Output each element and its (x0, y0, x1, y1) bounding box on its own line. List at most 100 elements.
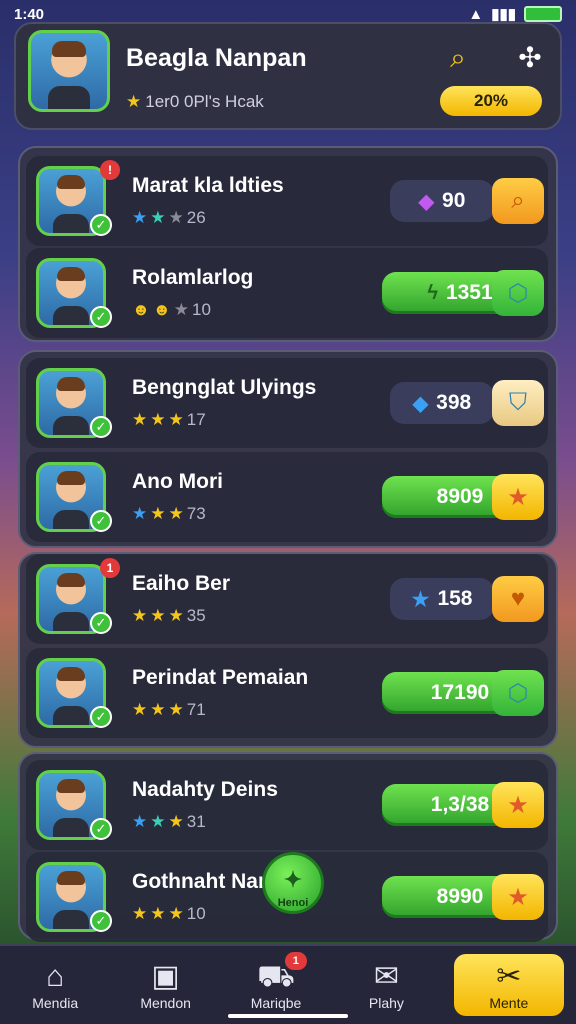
home-icon: ⌂ (46, 960, 65, 993)
profile-subtitle: ★ 1er0 0Pl's Hcak (126, 92, 264, 111)
wifi-icon: ▲ (468, 5, 484, 23)
player-value[interactable]: ◆ 398 (390, 382, 494, 424)
player-row[interactable]: 1 ✓ Eaiho Ber ★ ★ ★ 35 ★ 158 ♥ (26, 554, 548, 644)
hexagon-icon: ⬡ (507, 679, 529, 707)
nav-item-plahy[interactable]: ✉ Plahy (331, 946, 441, 1024)
star-action-button[interactable]: ★ (492, 474, 544, 520)
check-icon: ✓ (90, 818, 112, 840)
green-action-button[interactable]: ✦ Henoi (262, 852, 324, 914)
star-icon: ★ (507, 483, 529, 511)
star-action-button[interactable]: ★ (492, 874, 544, 920)
purple-gem-icon: ◆ (418, 190, 435, 213)
hexagon-action-button[interactable]: ⬡ (492, 270, 544, 316)
rating-star-icon: ★ (132, 812, 148, 831)
status-time: 1:40 (14, 5, 45, 23)
value-text: 8909 (436, 485, 484, 508)
rating-star-icon: ★ (150, 208, 166, 227)
nav-item-mente[interactable]: ✂ Mente (453, 954, 565, 1016)
player-row[interactable]: ✓ Perindat Pemaian ★ ★ ★ 71 17190 ⬡ (26, 648, 548, 738)
check-icon: ✓ (90, 214, 112, 236)
signal-icon: ▮▮▮ (491, 6, 516, 23)
player-row[interactable]: ✓ Ano Mori ★ ★ ★ 73 8909 ★ (26, 452, 548, 542)
player-rating: ★ ★ ★ 10 (132, 904, 206, 924)
star-action-button[interactable]: ★ (492, 782, 544, 828)
check-icon: ✓ (90, 416, 112, 438)
rating-star-icon: ★ (132, 904, 148, 923)
value-text: 8990 (436, 885, 484, 908)
search-icon[interactable]: ⌕ (440, 40, 476, 76)
rating-star-icon: ★ (168, 606, 184, 625)
rating-value: 17 (186, 410, 206, 429)
check-icon: ✓ (90, 510, 112, 532)
player-value[interactable]: ★ 158 (390, 578, 494, 620)
hexagon-action-button[interactable]: ⬡ (492, 670, 544, 716)
blue-star-icon: ★ (411, 588, 430, 611)
player-name: Perindat Pemaian (132, 666, 309, 689)
nav-label: Plahy (368, 995, 404, 1011)
alert-badge: ! (100, 160, 120, 180)
magnify-action-button[interactable]: ⌕ (492, 178, 544, 224)
value-text: 1,3/38 (430, 793, 490, 816)
rating-star-icon: ★ (132, 410, 148, 429)
heart-action-button[interactable]: ♥ (492, 576, 544, 622)
nav-item-mendon[interactable]: ▣ Mendon (110, 946, 220, 1024)
player-row[interactable]: ✓ Rolamlarlog ☻ ☻ ★ 10 ϟ 1351 ⬡ (26, 248, 548, 338)
player-row[interactable]: ✓ Bengnglat Ulyings ★ ★ ★ 17 ◆ 398 ⛉ (26, 358, 548, 448)
rating-star-icon: ★ (168, 904, 184, 923)
progress-percent-badge[interactable]: 20% (440, 86, 542, 116)
rating-star-icon: ★ (150, 700, 166, 719)
player-value[interactable]: ◆ 90 (390, 180, 494, 222)
check-icon: ✓ (90, 612, 112, 634)
rating-star-icon: ★ (150, 504, 166, 523)
rating-value: 10 (192, 300, 211, 319)
player-rating: ★ ★ ★ 26 (132, 208, 206, 228)
rating-star-icon: ☻ (132, 300, 150, 319)
blue-gem-icon: ◆ (412, 392, 429, 415)
profile-header: Beagla Nanpan ★ 1er0 0Pl's Hcak ⌕ ✣ 20% (14, 22, 562, 130)
value-text: 17190 (430, 681, 490, 704)
rating-value: 35 (186, 606, 206, 625)
rating-star-icon: ★ (168, 208, 184, 227)
shield-action-button[interactable]: ⛉ (492, 380, 544, 426)
rating-value: 31 (186, 812, 206, 831)
rating-star-icon: ★ (150, 812, 166, 831)
battery-icon (524, 6, 562, 22)
fab-label: Henoi (277, 897, 309, 909)
rating-value: 73 (186, 504, 206, 523)
gear-icon[interactable]: ✣ (512, 40, 548, 76)
rating-star-icon: ★ (132, 700, 148, 719)
player-rating: ★ ★ ★ 71 (132, 700, 206, 720)
value-text: 158 (437, 587, 473, 610)
value-text: 398 (436, 391, 472, 414)
player-rating: ☻ ☻ ★ 10 (132, 300, 211, 320)
nav-badge: 1 (284, 952, 307, 970)
rating-value: 10 (186, 904, 206, 923)
star-icon: ★ (126, 92, 142, 111)
hexagon-icon: ⬡ (507, 279, 529, 307)
player-name: Nadahty Deins (132, 778, 278, 801)
status-icons: ▲ ▮▮▮ (468, 5, 562, 23)
player-name: Marat kla ldties (132, 174, 284, 197)
check-icon: ✓ (90, 706, 112, 728)
rating-star-icon: ★ (168, 410, 184, 429)
player-rating: ★ ★ ★ 35 (132, 606, 206, 626)
player-name: Eaiho Ber (132, 572, 231, 595)
rating-star-icon: ★ (132, 504, 148, 523)
nav-label: Mente (489, 995, 529, 1011)
home-indicator (228, 1014, 348, 1018)
rating-star-icon: ★ (173, 300, 190, 319)
chat-icon: ✉ (373, 960, 399, 993)
profile-avatar[interactable] (28, 30, 110, 112)
nav-label: Mariqbe (250, 995, 302, 1011)
check-icon: ✓ (90, 910, 112, 932)
rating-star-icon: ★ (168, 700, 184, 719)
player-row[interactable]: ✓ Nadahty Deins ★ ★ ★ 31 1,3/38 ★ (26, 760, 548, 850)
rating-value: 26 (186, 208, 206, 227)
player-name: Gothnaht Nan (132, 870, 271, 893)
player-row[interactable]: ! ✓ Marat kla ldties ★ ★ ★ 26 ◆ 90 ⌕ (26, 156, 548, 246)
nav-item-mariqbe[interactable]: ⛟ Mariqbe 1 (221, 946, 331, 1024)
rating-star-icon: ★ (150, 410, 166, 429)
leaf-icon: ✦ (283, 867, 303, 892)
rating-star-icon: ☻ (152, 300, 171, 319)
nav-item-mendia[interactable]: ⌂ Mendia (0, 946, 110, 1024)
